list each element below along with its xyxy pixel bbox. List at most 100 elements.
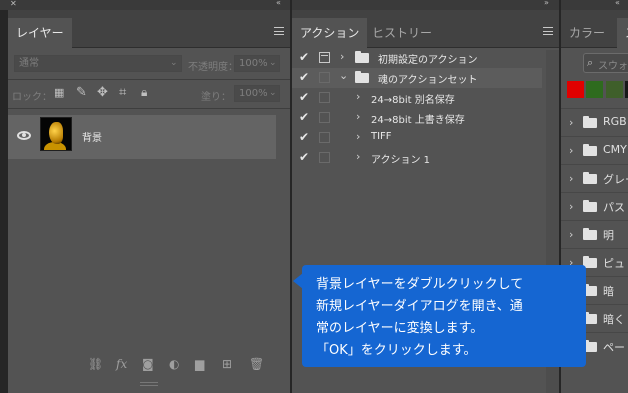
- search-icon: ⌕: [587, 56, 594, 69]
- adjustment-icon[interactable]: ◐: [169, 357, 179, 371]
- swatch-group-label: RGB: [603, 115, 627, 128]
- close-icon[interactable]: ✕: [10, 0, 17, 8]
- folder-icon: [583, 144, 597, 156]
- swatch-search-placeholder: スウォッ: [598, 61, 628, 72]
- tab-actions[interactable]: アクション: [292, 18, 368, 48]
- chevron-right-icon[interactable]: ›: [356, 150, 360, 163]
- link-icon[interactable]: ⛓︎: [88, 357, 103, 371]
- folder-icon: [583, 172, 597, 184]
- panel-menu-icon[interactable]: [543, 27, 553, 35]
- check-icon[interactable]: ✔: [299, 130, 309, 144]
- dialog-toggle-box[interactable]: [319, 132, 330, 143]
- chevron-right-icon[interactable]: ›: [569, 172, 573, 185]
- check-icon[interactable]: ✔: [299, 150, 309, 164]
- dialog-toggle-box[interactable]: [319, 152, 330, 163]
- check-icon[interactable]: ✔: [299, 110, 309, 124]
- swatch-olive[interactable]: [606, 81, 623, 98]
- swatch-search-input[interactable]: ⌕ スウォッ: [583, 53, 628, 73]
- blend-mode-value: 通常: [19, 58, 39, 69]
- swatch-group-label: ピュ: [603, 257, 625, 270]
- tab-swatches[interactable]: ス: [617, 18, 628, 48]
- resize-handle[interactable]: [140, 382, 158, 386]
- chevron-down-icon: ⌄: [269, 58, 277, 68]
- tab-history[interactable]: ヒストリー: [364, 18, 440, 48]
- action-set-row[interactable]: ✔ › 初期設定のアクション: [292, 48, 542, 68]
- layer-row-background[interactable]: 背景: [8, 115, 276, 159]
- chevron-right-icon[interactable]: ›: [356, 90, 360, 103]
- lock-all-icon[interactable]: 🔒︎: [141, 86, 147, 99]
- fill-field[interactable]: 100% ⌄: [234, 85, 280, 102]
- callout-line: 常のレイヤーに変換します。: [316, 321, 484, 336]
- dialog-toggle-box[interactable]: [319, 92, 330, 103]
- blend-mode-select[interactable]: 通常 ⌄: [14, 55, 182, 72]
- chevron-down-icon[interactable]: ⌄: [339, 69, 348, 82]
- layer-thumbnail: [40, 117, 72, 151]
- callout-line: 背景レイヤーをダブルクリックして: [316, 277, 524, 292]
- action-row[interactable]: ✔ › TIFF: [292, 128, 542, 148]
- folder-icon[interactable]: ▆: [195, 357, 204, 371]
- mid-collapse-bar[interactable]: »: [292, 0, 559, 10]
- dialog-toggle-icon[interactable]: [319, 52, 330, 63]
- swatch-group-label: グレー: [603, 173, 628, 186]
- swatch-group-row[interactable]: › パス: [561, 192, 628, 220]
- swatch-red[interactable]: [567, 81, 584, 98]
- action-row[interactable]: ✔ › アクション 1: [292, 148, 542, 168]
- swatch-green[interactable]: [586, 81, 603, 98]
- mask-icon[interactable]: ◙: [142, 357, 154, 371]
- lock-artboard-icon[interactable]: ⌗: [119, 86, 126, 99]
- chevron-right-icon[interactable]: ›: [569, 200, 573, 213]
- check-icon[interactable]: ✔: [299, 50, 309, 64]
- fill-label: 塗り：: [201, 92, 231, 103]
- swatch-group-row[interactable]: › グレー: [561, 164, 628, 192]
- folder-icon: [583, 200, 597, 212]
- chevron-right-icon[interactable]: ›: [356, 130, 360, 143]
- lock-image-pixels-icon[interactable]: ✎: [76, 86, 87, 99]
- expand-icon[interactable]: »: [544, 0, 549, 7]
- chevron-right-icon[interactable]: ›: [569, 228, 573, 241]
- instruction-callout: 背景レイヤーをダブルクリックして 新規レイヤーダイアログを開き、通 常のレイヤー…: [293, 265, 586, 367]
- collapse-icon[interactable]: «: [615, 0, 620, 7]
- callout-line: 「OK」をクリックします。: [316, 343, 477, 358]
- folder-icon: [583, 116, 597, 128]
- trash-icon[interactable]: 🗑︎: [249, 357, 264, 371]
- swatch-group-row[interactable]: › RGB: [561, 108, 628, 136]
- opacity-field[interactable]: 100% ⌄: [234, 55, 280, 72]
- collapse-icon[interactable]: «: [276, 0, 281, 7]
- action-row[interactable]: ✔ › 24→8bit 別名保存: [292, 88, 542, 108]
- check-icon[interactable]: ✔: [299, 90, 309, 104]
- divider: [8, 108, 290, 109]
- swatch-group-label: ペー: [603, 341, 625, 354]
- chevron-right-icon[interactable]: ›: [569, 116, 573, 129]
- action-row[interactable]: ✔ › 24→8bit 上書き保存: [292, 108, 542, 128]
- action-set-row[interactable]: ✔ ⌄ 魂のアクションセット: [292, 68, 542, 88]
- chevron-right-icon[interactable]: ›: [569, 144, 573, 157]
- callout-line: 新規レイヤーダイアログを開き、通: [316, 299, 523, 314]
- left-collapse-bar[interactable]: ✕ «: [0, 0, 290, 10]
- dialog-toggle-box[interactable]: [319, 112, 330, 123]
- fill-value: 100%: [239, 88, 268, 99]
- right-collapse-bar[interactable]: «: [561, 0, 628, 10]
- fx-icon[interactable]: fx: [116, 357, 127, 371]
- swatch-group-row[interactable]: › CMY: [561, 136, 628, 164]
- opacity-value: 100%: [239, 58, 268, 69]
- divider: [8, 79, 290, 80]
- chevron-right-icon[interactable]: ›: [340, 50, 344, 63]
- tab-color[interactable]: カラー: [561, 18, 613, 48]
- swatch-group-row[interactable]: › 明: [561, 220, 628, 248]
- lock-transparent-pixels-icon[interactable]: ▦: [54, 86, 64, 99]
- panel-menu-icon[interactable]: [274, 27, 284, 35]
- layer-name: 背景: [82, 133, 102, 144]
- actions-tabbar: アクション ヒストリー: [292, 10, 559, 48]
- tab-layers[interactable]: レイヤー: [8, 18, 72, 48]
- folder-icon: [583, 228, 597, 240]
- action-set-label: 初期設定のアクション: [378, 55, 478, 66]
- new-layer-icon[interactable]: ⊞: [222, 357, 232, 371]
- swatch-group-label: 明: [603, 229, 614, 242]
- lock-position-icon[interactable]: ✥: [97, 86, 108, 99]
- chevron-right-icon[interactable]: ›: [356, 110, 360, 123]
- swatch-group-label: 暗く: [603, 313, 625, 326]
- check-icon[interactable]: ✔: [299, 70, 309, 84]
- dialog-toggle-box[interactable]: [319, 72, 330, 83]
- visibility-eye-icon[interactable]: [17, 131, 31, 140]
- layers-panel: レイヤー 通常 ⌄ 不透明度： 100% ⌄ ロック： ▦ ✎ ✥ ⌗ 🔒︎ 塗…: [8, 10, 290, 393]
